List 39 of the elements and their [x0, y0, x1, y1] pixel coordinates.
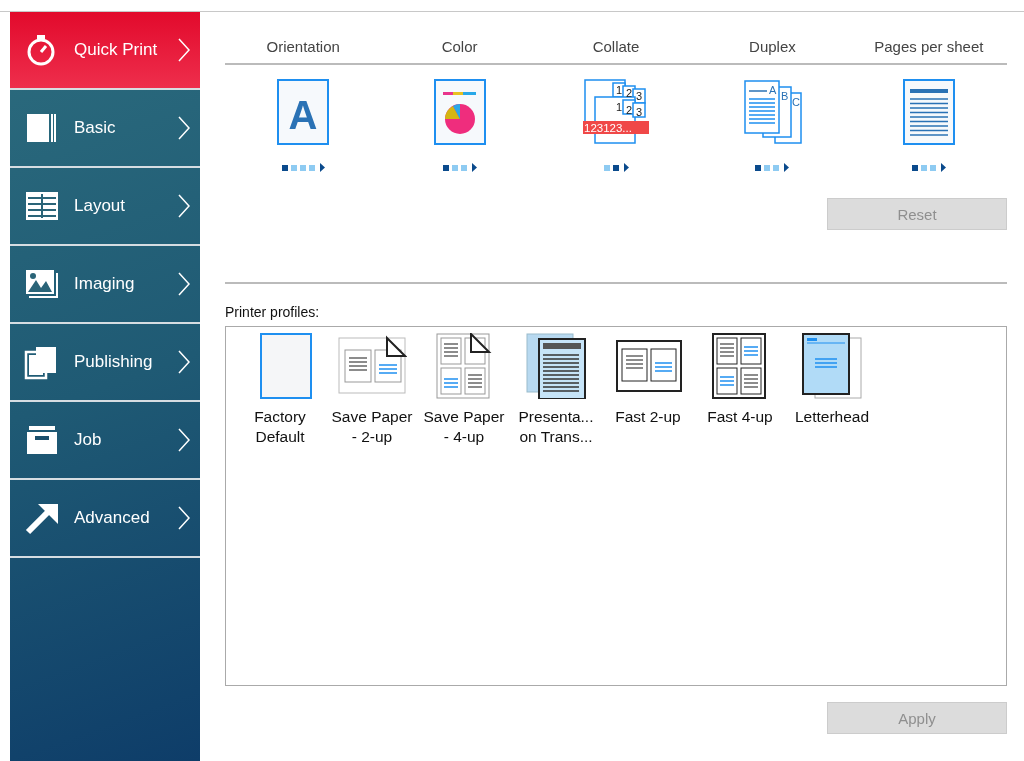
triangle-icon[interactable] — [319, 163, 325, 172]
sidebar-item[interactable]: Quick Print — [10, 12, 200, 90]
triangle-icon[interactable] — [784, 163, 790, 172]
chevron-icon — [178, 38, 190, 62]
chevron-icon — [178, 506, 190, 530]
setting-heading: Orientation — [265, 38, 341, 55]
sidebar-label: Quick Print — [74, 40, 159, 60]
sidebar-item[interactable]: Layout — [10, 168, 200, 246]
profile-label[interactable]: Presenta... on Trans... — [518, 407, 594, 447]
profile-label[interactable]: Letterhead — [794, 407, 870, 427]
chevron-icon — [178, 272, 190, 296]
section-label: Printer profiles: — [225, 304, 321, 320]
sidebar-label: Publishing — [74, 352, 154, 372]
chevron-icon — [178, 116, 190, 140]
sidebar-label: Imaging — [74, 274, 136, 294]
chevron-icon — [178, 428, 190, 452]
profile-label[interactable]: Save Paper - 2-up — [331, 407, 413, 447]
sidebar-item[interactable]: Imaging — [10, 246, 200, 324]
profile-label[interactable]: Factory Default — [254, 407, 306, 447]
profile-label[interactable]: Fast 4-up — [707, 407, 773, 427]
sidebar-item[interactable]: Basic — [10, 90, 200, 168]
sidebar-label: Layout — [74, 196, 127, 216]
chevron-icon — [178, 194, 190, 218]
sidebar-item[interactable]: Job — [10, 402, 200, 480]
triangle-icon[interactable] — [471, 163, 477, 172]
triangle-icon[interactable] — [940, 163, 946, 172]
chevron-icon — [178, 350, 190, 374]
sidebar-label: Basic — [74, 118, 117, 138]
sidebar-label: Advanced — [74, 508, 151, 528]
setting-heading: Color — [440, 38, 479, 55]
sidebar-label: Job — [74, 430, 103, 450]
profile-label[interactable]: Save Paper - 4-up — [423, 407, 505, 447]
setting-heading: Pages per sheet — [873, 38, 985, 55]
triangle-icon[interactable] — [623, 163, 629, 172]
setting-heading: Duplex — [748, 38, 797, 55]
sidebar-item[interactable]: Publishing — [10, 324, 200, 402]
profile-label[interactable]: Fast 2-up — [615, 407, 681, 427]
sidebar-item[interactable]: Advanced — [10, 480, 200, 558]
setting-heading: Collate — [591, 38, 641, 55]
